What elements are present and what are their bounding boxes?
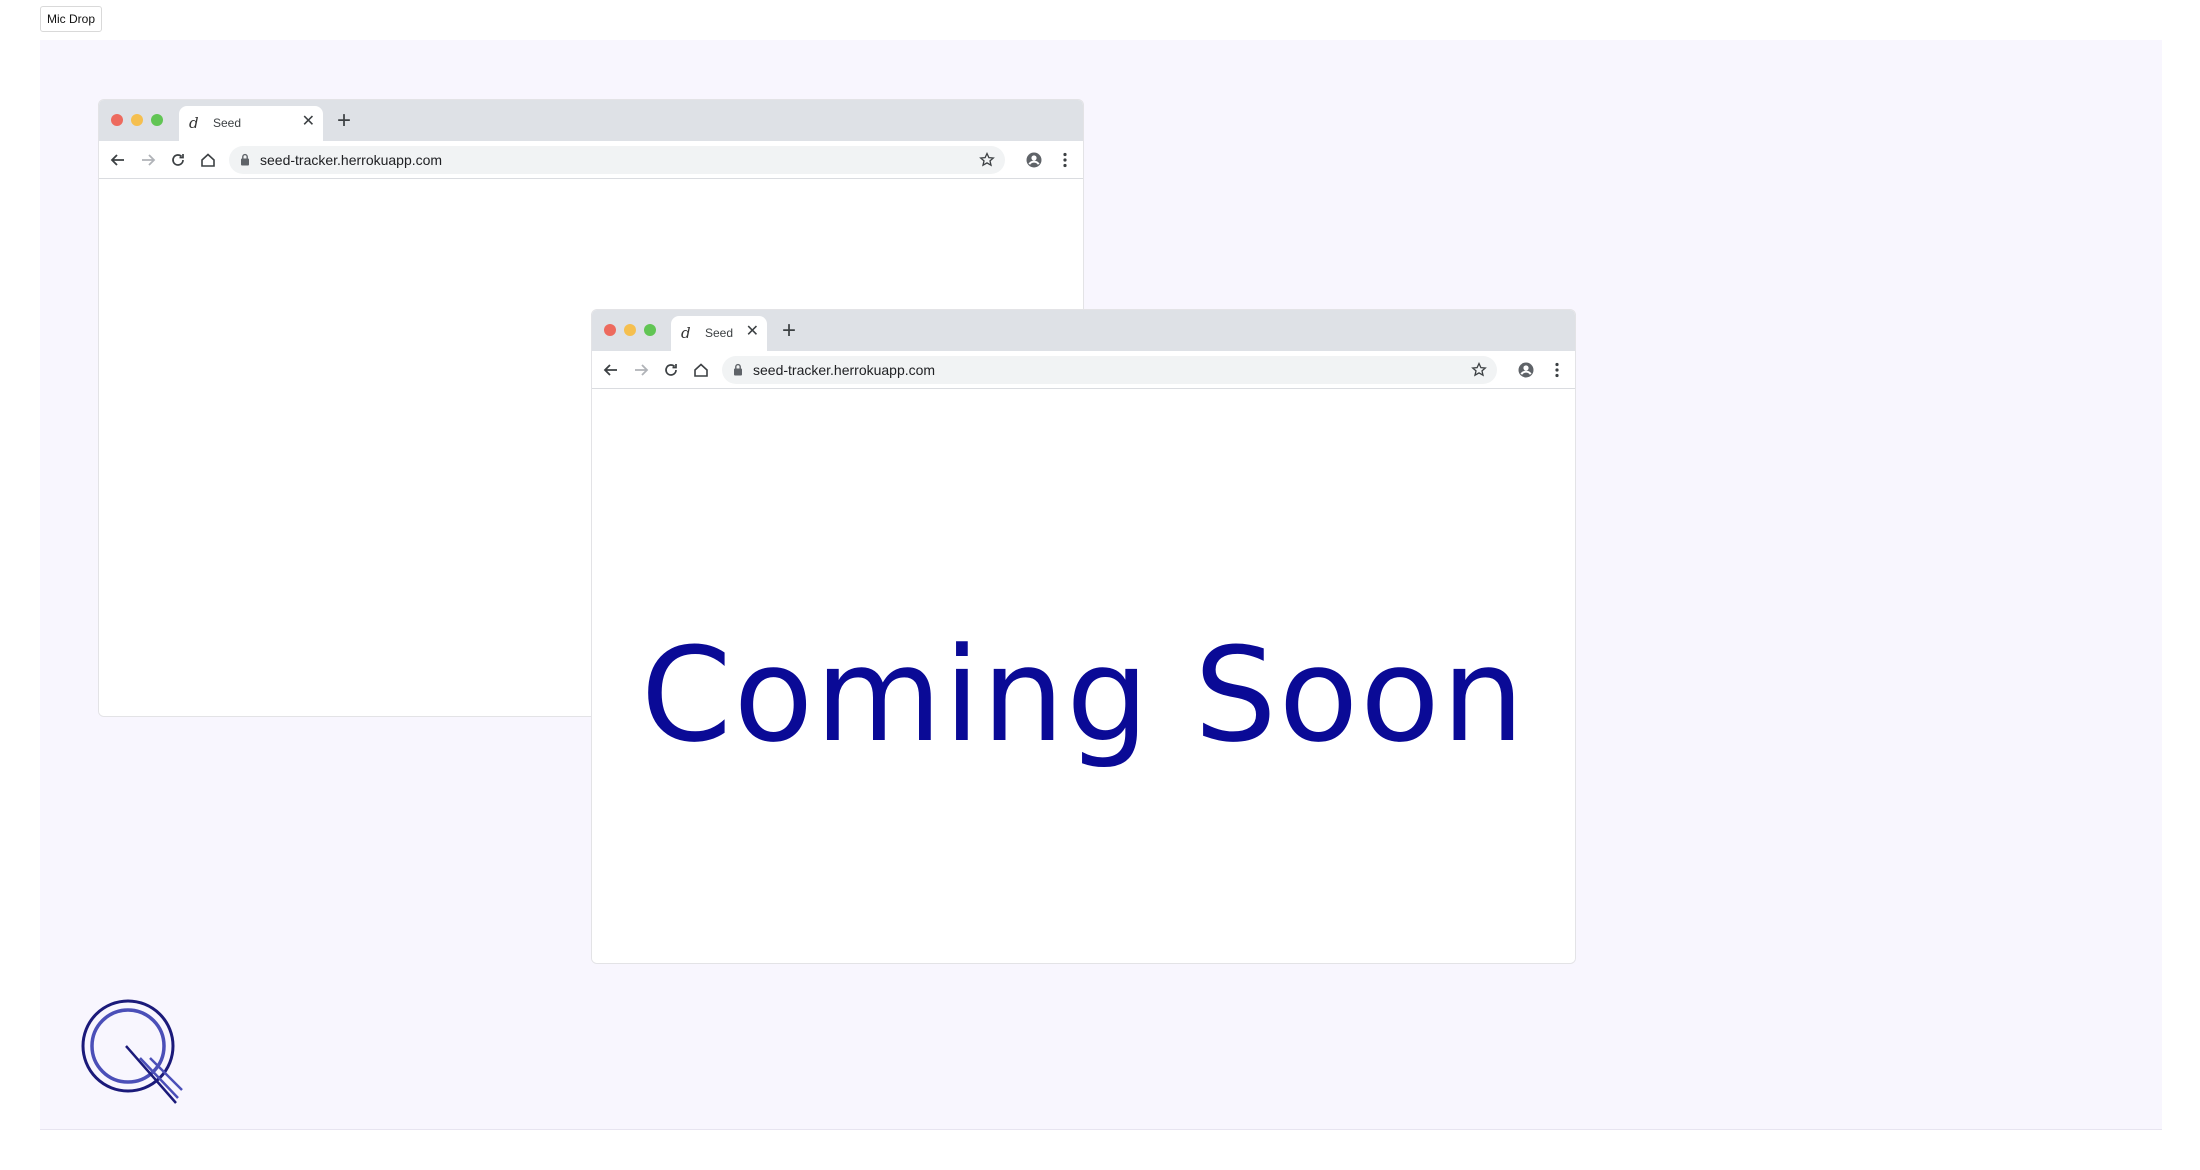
browser-window-front: d Seed ✕ + seed-tracker.herrokuapp.com C… bbox=[591, 309, 1576, 964]
tab-strip: d Seed ✕ + bbox=[592, 310, 1575, 351]
tab-title: Seed bbox=[213, 116, 242, 130]
reload-icon[interactable] bbox=[661, 360, 681, 380]
kebab-menu-icon[interactable] bbox=[1055, 150, 1075, 170]
maximize-window-button[interactable] bbox=[151, 114, 163, 126]
forward-arrow-icon[interactable] bbox=[631, 360, 651, 380]
browser-toolbar: seed-tracker.herrokuapp.com bbox=[592, 351, 1575, 389]
bookmark-star-icon[interactable] bbox=[1470, 361, 1488, 384]
mic-drop-button[interactable]: Mic Drop bbox=[40, 6, 103, 32]
home-icon[interactable] bbox=[198, 150, 218, 170]
seed-favicon-icon: d bbox=[681, 324, 691, 342]
close-tab-icon[interactable]: ✕ bbox=[746, 322, 759, 342]
page-viewport: Coming Soon bbox=[592, 390, 1575, 963]
kebab-menu-icon[interactable] bbox=[1547, 360, 1567, 380]
close-tab-icon[interactable]: ✕ bbox=[302, 112, 315, 132]
minimize-window-button[interactable] bbox=[624, 324, 636, 336]
profile-icon[interactable] bbox=[1516, 360, 1536, 380]
reload-icon[interactable] bbox=[168, 150, 188, 170]
address-bar[interactable]: seed-tracker.herrokuapp.com bbox=[229, 146, 1005, 174]
address-bar[interactable]: seed-tracker.herrokuapp.com bbox=[722, 356, 1497, 384]
back-arrow-icon[interactable] bbox=[601, 360, 621, 380]
lock-icon bbox=[733, 363, 743, 381]
close-window-button[interactable] bbox=[604, 324, 616, 336]
coming-soon-heading: Coming Soon bbox=[640, 619, 1527, 771]
maximize-window-button[interactable] bbox=[644, 324, 656, 336]
seed-favicon-icon: d bbox=[189, 114, 199, 132]
forward-arrow-icon[interactable] bbox=[138, 150, 158, 170]
browser-toolbar: seed-tracker.herrokuapp.com bbox=[99, 141, 1083, 179]
new-tab-icon[interactable]: + bbox=[782, 317, 796, 345]
tab-seed[interactable]: d Seed ✕ bbox=[179, 106, 323, 141]
close-window-button[interactable] bbox=[111, 114, 123, 126]
tab-title: Seed bbox=[705, 326, 734, 340]
new-tab-icon[interactable]: + bbox=[337, 107, 351, 135]
bookmark-star-icon[interactable] bbox=[978, 151, 996, 174]
profile-icon[interactable] bbox=[1024, 150, 1044, 170]
tab-strip: d Seed ✕ + bbox=[99, 100, 1083, 141]
minimize-window-button[interactable] bbox=[131, 114, 143, 126]
url-text: seed-tracker.herrokuapp.com bbox=[260, 152, 443, 168]
q-brand-logo-icon bbox=[78, 998, 188, 1113]
home-icon[interactable] bbox=[691, 360, 711, 380]
back-arrow-icon[interactable] bbox=[108, 150, 128, 170]
tab-seed[interactable]: d Seed ✕ bbox=[671, 316, 767, 351]
lock-icon bbox=[240, 153, 250, 171]
url-text: seed-tracker.herrokuapp.com bbox=[753, 362, 936, 378]
